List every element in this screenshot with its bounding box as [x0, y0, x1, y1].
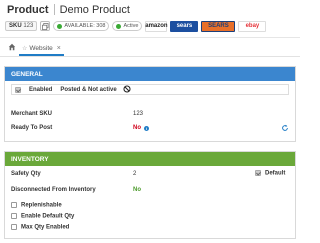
replenishable-checkbox[interactable]	[11, 202, 17, 208]
page-title-label: Product	[7, 3, 49, 16]
channel-amazon-logo[interactable]: amazon	[145, 20, 168, 32]
available-text: AVAILABLE: 308	[64, 23, 106, 29]
general-section-title: GENERAL	[11, 70, 43, 78]
ready-to-post-row: Ready To Post	[11, 125, 52, 131]
enabled-label: Enabled	[29, 86, 53, 93]
replenishable-row: Replenishable	[11, 202, 62, 209]
safety-qty-value[interactable]: 2	[133, 171, 136, 177]
product-meta-bar: SKU 123 AVAILABLE: 308 Active amazon sea…	[5, 19, 267, 33]
available-badge: AVAILABLE: 308	[53, 21, 110, 31]
sku-value: 123	[23, 23, 34, 29]
inventory-section-header: INVENTORY	[5, 152, 295, 166]
sku-label: SKU	[9, 23, 22, 29]
product-header: Product Demo Product SKU 123 AVAILABLE: …	[0, 0, 300, 38]
general-section-header: GENERAL	[5, 67, 295, 81]
replenishable-label: Replenishable	[21, 202, 62, 209]
enable-default-qty-checkbox[interactable]	[11, 213, 17, 219]
enable-default-qty-row: Enable Default Qty	[11, 213, 74, 220]
default-checkbox-group: Default	[255, 170, 285, 177]
page-title: Product Demo Product	[7, 2, 130, 17]
channel-ebay-logo[interactable]: ebay	[238, 20, 267, 32]
close-tab-icon[interactable]: ×	[57, 45, 61, 52]
enable-default-qty-label: Enable Default Qty	[21, 213, 75, 220]
star-icon: ☆	[22, 45, 28, 52]
tab-website-label: Website	[29, 44, 53, 52]
disconnected-row: Disconnected From Inventory	[11, 187, 96, 193]
merchant-sku-value: 123	[133, 111, 144, 117]
enabled-status-text: Posted & Not active	[60, 86, 117, 93]
available-dot-icon	[57, 23, 63, 29]
sku-badge: SKU 123	[5, 21, 38, 31]
merchant-sku-label: Merchant SKU	[11, 111, 53, 117]
status-badge: Active	[112, 21, 143, 31]
safety-qty-row: Safety Qty	[11, 171, 41, 177]
merchant-sku-row: Merchant SKU	[11, 111, 52, 117]
channel-sears-outlet-logo[interactable]: SEARS	[201, 20, 236, 32]
title-divider	[53, 4, 55, 15]
channel-sears-logo[interactable]: sears	[170, 20, 199, 32]
disconnected-value: No	[133, 187, 141, 193]
general-section: GENERAL Enabled Posted & Not active Merc…	[4, 66, 296, 142]
product-name: Demo Product	[59, 3, 130, 16]
inventory-section: INVENTORY Safety Qty 2 Default Disconnec…	[4, 151, 296, 239]
refresh-icon[interactable]	[281, 124, 289, 134]
copy-icon[interactable]	[40, 21, 51, 31]
max-qty-enabled-checkbox[interactable]	[11, 224, 17, 230]
max-qty-enabled-label: Max Qty Enabled	[21, 224, 70, 231]
ban-icon[interactable]	[123, 84, 131, 95]
max-qty-enabled-row: Max Qty Enabled	[11, 224, 69, 231]
status-check-icon	[116, 23, 122, 29]
enabled-checkbox[interactable]	[15, 86, 21, 93]
disconnected-label: Disconnected From Inventory	[11, 187, 96, 193]
default-checkbox[interactable]	[255, 170, 261, 176]
status-text: Active	[123, 23, 139, 29]
home-icon[interactable]	[8, 43, 16, 53]
tab-website[interactable]: ☆ Website ×	[19, 42, 64, 56]
enabled-row: Enabled Posted & Not active	[11, 84, 289, 95]
default-label: Default	[265, 170, 286, 177]
tab-bar: ☆ Website ×	[0, 39, 300, 57]
safety-qty-label: Safety Qty	[11, 171, 41, 177]
info-icon[interactable]: i	[144, 126, 149, 131]
ready-to-post-value: No	[133, 125, 141, 131]
ready-to-post-label: Ready To Post	[11, 125, 53, 131]
inventory-section-title: INVENTORY	[11, 155, 49, 163]
